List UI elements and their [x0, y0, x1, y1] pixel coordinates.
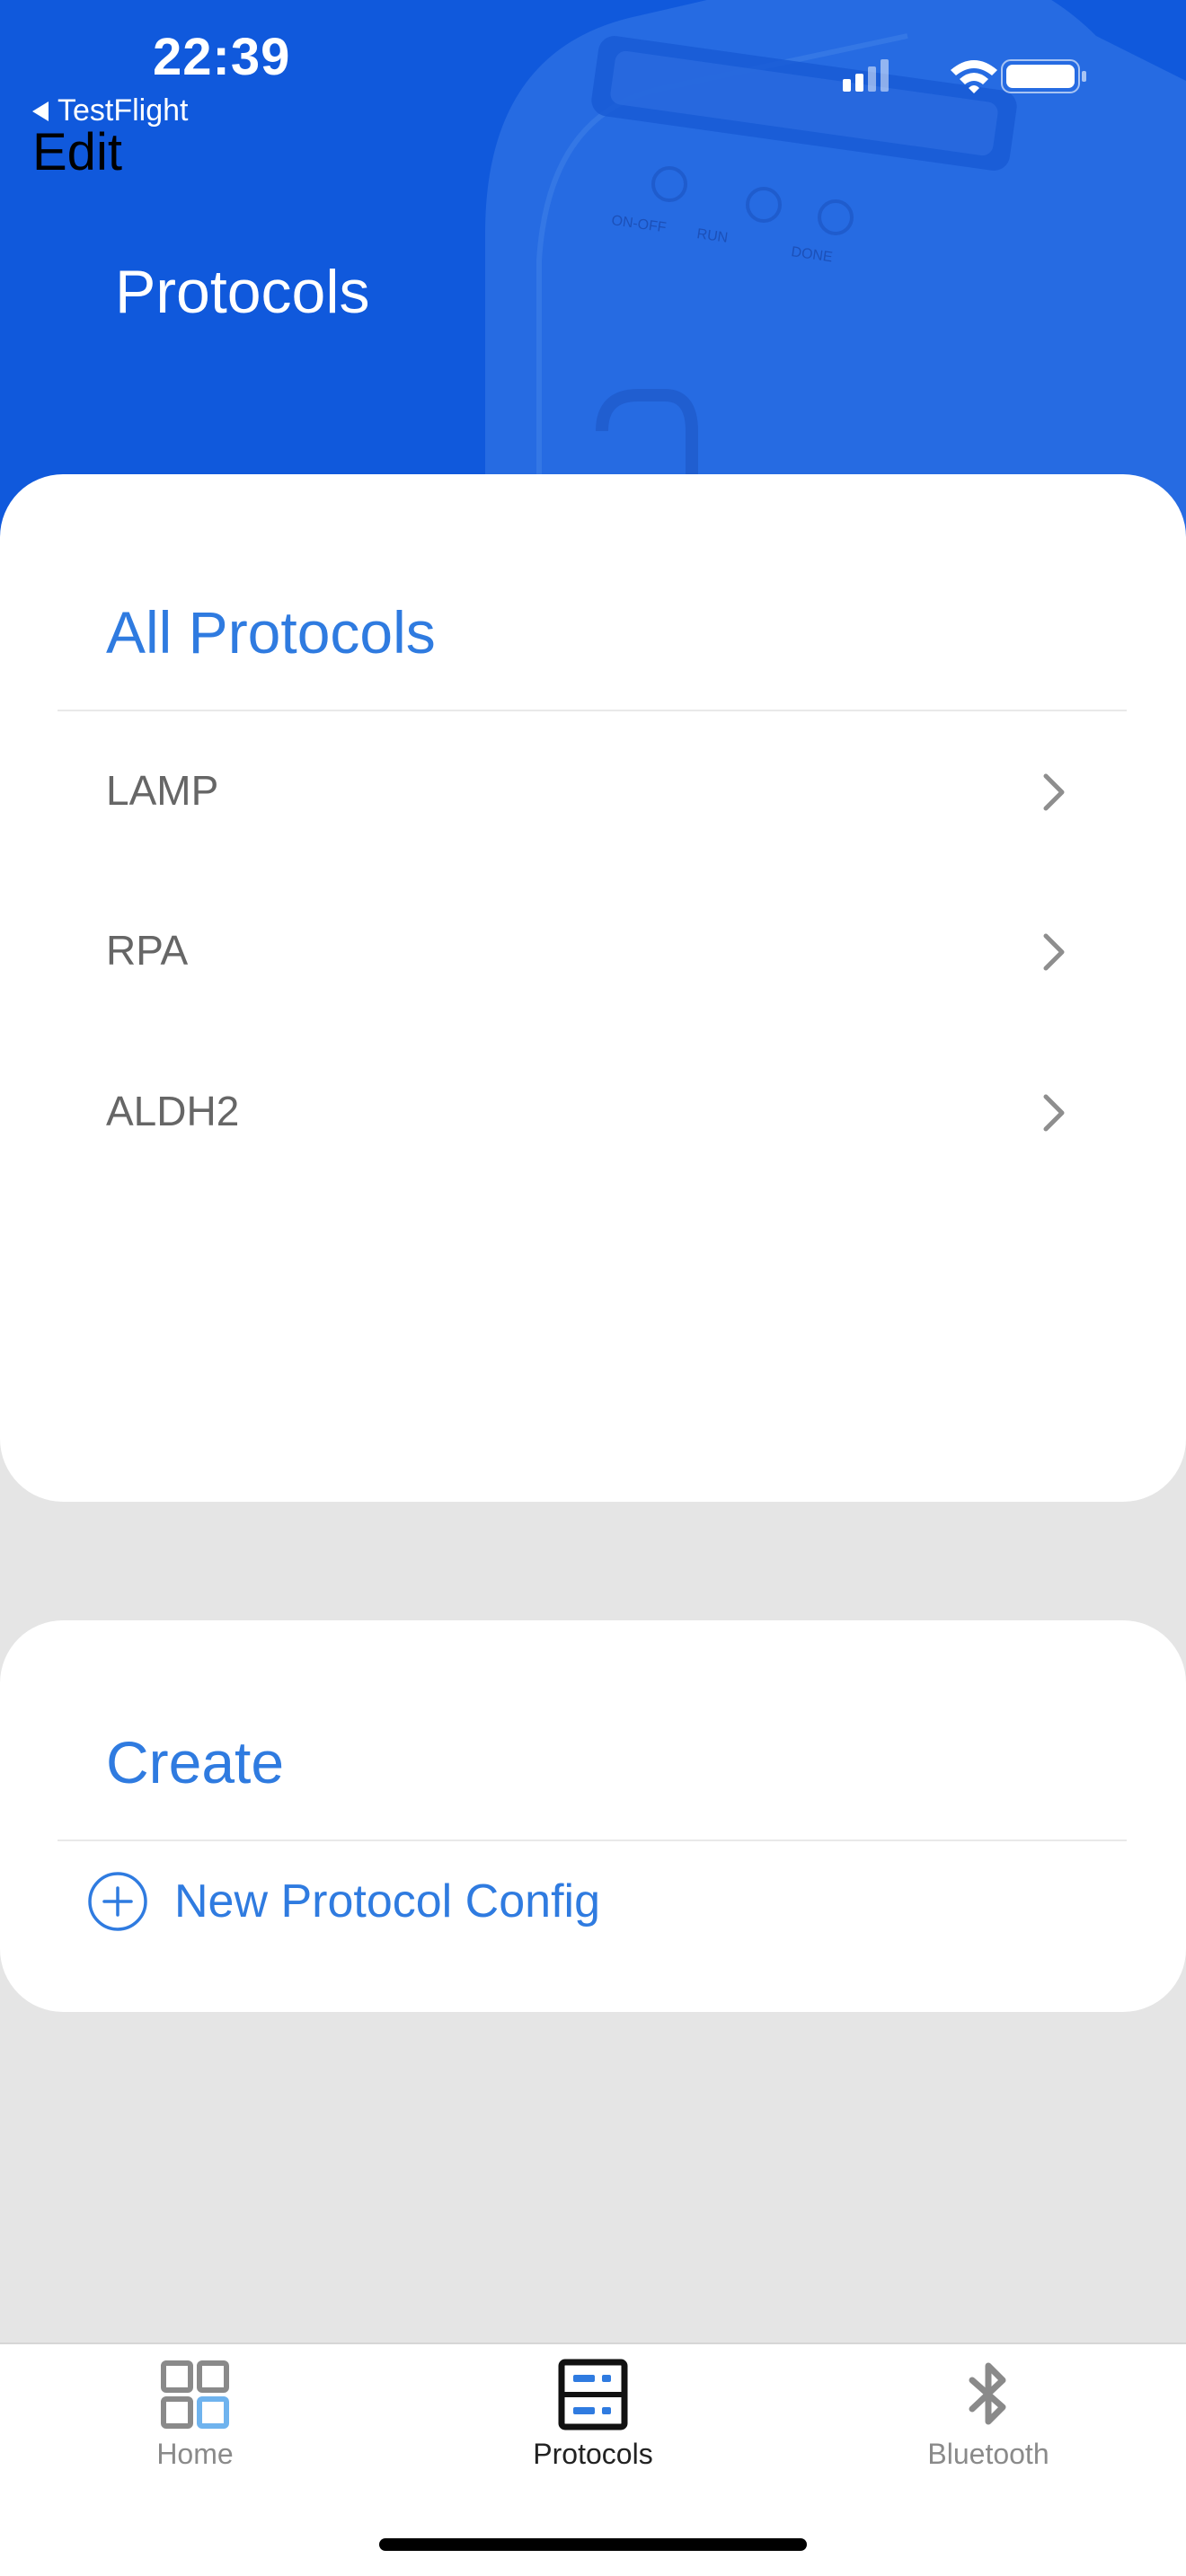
divider [58, 710, 1127, 711]
wifi-icon [951, 60, 997, 93]
grid-icon [161, 2360, 229, 2429]
chevron-right-icon [1043, 773, 1065, 811]
cellular-signal-icon [843, 59, 889, 92]
page-title: Protocols [115, 258, 370, 326]
all-protocols-title: All Protocols [106, 599, 436, 666]
edit-button[interactable]: Edit [32, 122, 122, 182]
home-indicator [379, 2538, 807, 2551]
chevron-right-icon [1043, 933, 1065, 971]
tab-home-label: Home [156, 2438, 234, 2470]
header: ON-OFF RUN DONE 22:39 TestFlight Edit Pr… [0, 0, 1186, 539]
tab-protocols[interactable]: Protocols [485, 2359, 701, 2493]
tab-home[interactable]: Home [87, 2359, 303, 2493]
protocol-row-rpa[interactable]: RPA [0, 878, 1186, 1022]
tab-bluetooth-label: Bluetooth [927, 2438, 1049, 2470]
battery-icon [1001, 59, 1086, 93]
create-title: Create [106, 1729, 285, 1795]
tab-bluetooth[interactable]: Bluetooth [881, 2359, 1096, 2493]
back-triangle-icon [32, 101, 49, 121]
plus-circle-icon [88, 1872, 147, 1931]
status-time: 22:39 [153, 28, 291, 86]
bluetooth-icon [969, 2362, 1006, 2425]
protocol-label: RPA [106, 927, 189, 974]
protocol-label: ALDH2 [106, 1088, 240, 1134]
protocol-row-aldh2[interactable]: ALDH2 [0, 1039, 1186, 1183]
tab-protocols-label: Protocols [533, 2438, 653, 2470]
new-protocol-config-button[interactable]: New Protocol Config [86, 1870, 600, 1933]
chevron-right-icon [1043, 1094, 1065, 1132]
create-card: Create New Protocol Config [0, 1620, 1186, 2012]
server-icon [558, 2359, 628, 2430]
status-icons [843, 59, 1086, 93]
protocol-row-lamp[interactable]: LAMP [0, 719, 1186, 862]
divider [58, 1839, 1127, 1841]
protocol-label: LAMP [106, 767, 219, 814]
new-protocol-config-label: New Protocol Config [174, 1875, 600, 1928]
